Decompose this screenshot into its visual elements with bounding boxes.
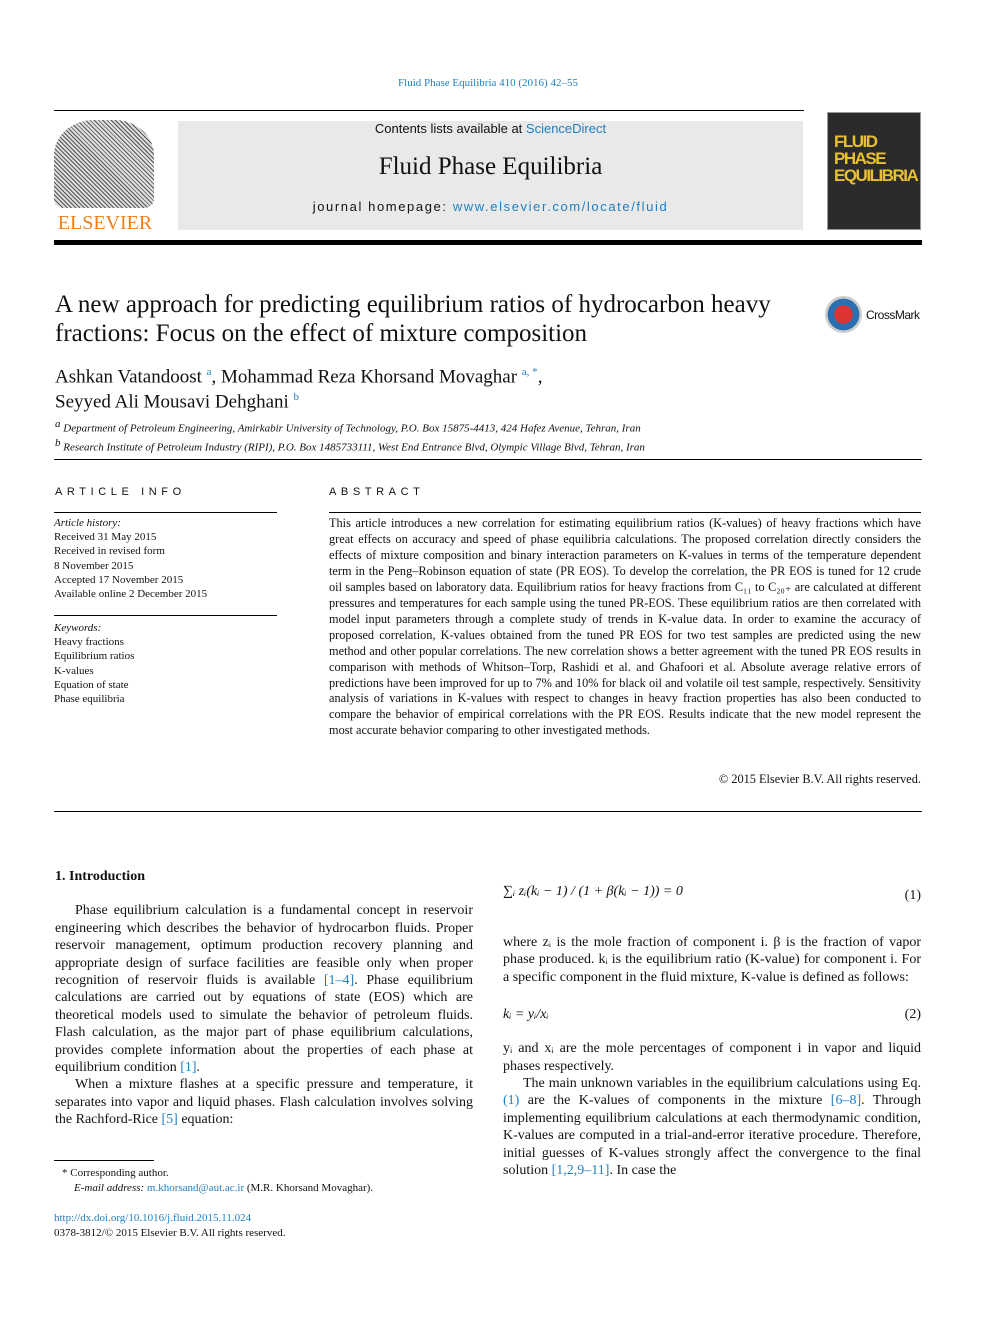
authors: Ashkan Vatandoost a, Mohammad Reza Khors… bbox=[55, 366, 543, 413]
footnote-divider bbox=[54, 1160, 154, 1161]
email-label: E-mail address: bbox=[74, 1182, 147, 1194]
citation-link[interactable]: [6–8] bbox=[831, 1093, 861, 1108]
affiliations: a Department of Petroleum Engineering, A… bbox=[55, 417, 645, 454]
abstract-text: This article introduces a new correlatio… bbox=[329, 516, 921, 738]
publisher-name: ELSEVIER bbox=[57, 212, 153, 234]
equation-number: (2) bbox=[904, 1007, 921, 1023]
citation-link[interactable]: [1,2,9–11] bbox=[552, 1163, 610, 1178]
email-link[interactable]: m.khorsand@aut.ac.ir bbox=[147, 1182, 244, 1194]
journal-reference[interactable]: Fluid Phase Equilibria 410 (2016) 42–55 bbox=[0, 77, 976, 89]
equation: kᵢ = yᵢ/xᵢ bbox=[503, 1007, 549, 1023]
citation-link[interactable]: [1] bbox=[180, 1060, 196, 1075]
divider bbox=[54, 240, 922, 245]
crossmark-button[interactable]: CrossMark bbox=[825, 296, 920, 333]
paragraph: Phase equilibrium calculation is a funda… bbox=[55, 903, 473, 1076]
doi-link[interactable]: http://dx.doi.org/10.1016/j.fluid.2015.1… bbox=[54, 1212, 251, 1224]
history-item: Received in revised form bbox=[54, 545, 165, 558]
equation-link[interactable]: (1) bbox=[503, 1093, 519, 1108]
journal-header: Contents lists available at ScienceDirec… bbox=[178, 121, 803, 230]
equation: ∑ᵢ zᵢ(kᵢ − 1) / (1 + β(kᵢ − 1)) = 0 bbox=[503, 884, 683, 899]
affiliation: a Department of Petroleum Engineering, A… bbox=[55, 418, 641, 435]
history-item: Accepted 17 November 2015 bbox=[54, 573, 184, 586]
doi-block: http://dx.doi.org/10.1016/j.fluid.2015.1… bbox=[54, 1211, 286, 1241]
author: , Mohammad Reza Khorsand Movaghar bbox=[211, 366, 518, 388]
equation-2: kᵢ = yᵢ/xᵢ (2) bbox=[503, 1006, 921, 1026]
keyword: Equation of state bbox=[54, 678, 129, 691]
keyword: Equilibrium ratios bbox=[54, 650, 135, 663]
crossmark-icon bbox=[825, 296, 862, 333]
abstract-heading: ABSTRACT bbox=[329, 486, 425, 498]
paragraph: When a mixture flashes at a specific pre… bbox=[55, 1077, 473, 1128]
author: Ashkan Vatandoost bbox=[55, 366, 202, 388]
contents-label: Contents lists available at bbox=[374, 121, 526, 136]
equation-number: (1) bbox=[904, 888, 921, 903]
copyright: © 2015 Elsevier B.V. All rights reserved… bbox=[718, 772, 921, 786]
divider bbox=[54, 811, 922, 812]
keywords: Keywords: Heavy fractions Equilibrium ra… bbox=[54, 621, 277, 706]
affiliation-mark[interactable]: a, * bbox=[522, 366, 538, 378]
article-info-heading: ARTICLE INFO bbox=[55, 486, 186, 498]
paragraph: yᵢ and xᵢ are the mole percentages of co… bbox=[503, 1041, 921, 1074]
keywords-label: Keywords: bbox=[54, 622, 102, 634]
citation-link[interactable]: [1–4] bbox=[324, 973, 354, 988]
article-history: Article history: Received 31 May 2015 Re… bbox=[54, 516, 277, 601]
keyword: Phase equilibria bbox=[54, 693, 125, 706]
history-label: Article history: bbox=[54, 517, 121, 529]
divider bbox=[54, 615, 277, 616]
right-column: ∑ᵢ zᵢ(kᵢ − 1) / (1 + β(kᵢ − 1)) = 0 (1) w… bbox=[503, 877, 921, 1179]
journal-ref-link[interactable]: Fluid Phase Equilibria 410 (2016) 42–55 bbox=[398, 77, 578, 89]
divider bbox=[54, 459, 922, 460]
tree-logo-icon bbox=[54, 120, 154, 208]
crossmark-label: CrossMark bbox=[866, 307, 920, 322]
left-column: 1. Introduction Phase equilibrium calcul… bbox=[55, 868, 473, 1129]
history-item: 8 November 2015 bbox=[54, 559, 134, 572]
footnote: * Corresponding author. E-mail address: … bbox=[62, 1167, 374, 1194]
elsevier-logo: ELSEVIER bbox=[54, 120, 156, 234]
history-item: Received 31 May 2015 bbox=[54, 531, 157, 544]
history-item: Available online 2 December 2015 bbox=[54, 588, 208, 601]
paragraph: where zᵢ is the mole fraction of compone… bbox=[503, 935, 921, 985]
affiliation-mark[interactable]: b bbox=[294, 391, 300, 403]
divider bbox=[54, 110, 804, 111]
author: Seyyed Ali Mousavi Dehghani bbox=[55, 391, 289, 413]
article-title: A new approach for predicting equilibriu… bbox=[55, 291, 771, 347]
issn: 0378-3812/© 2015 Elsevier B.V. All right… bbox=[54, 1227, 286, 1239]
homepage-link[interactable]: www.elsevier.com/locate/fluid bbox=[453, 199, 668, 214]
affiliation: b Research Institute of Petroleum Indust… bbox=[55, 436, 645, 454]
citation-link[interactable]: [5] bbox=[162, 1112, 178, 1127]
divider bbox=[54, 512, 277, 513]
journal-cover: FLUID PHASE EQUILIBRIA bbox=[827, 112, 921, 230]
keyword: K-values bbox=[54, 664, 94, 677]
corresponding-author: * Corresponding author. bbox=[62, 1167, 169, 1179]
paragraph: The main unknown variables in the equili… bbox=[503, 1076, 921, 1179]
section-heading: 1. Introduction bbox=[55, 869, 145, 884]
divider bbox=[329, 512, 921, 513]
equation-1: ∑ᵢ zᵢ(kᵢ − 1) / (1 + β(kᵢ − 1)) = 0 (1) bbox=[503, 877, 921, 917]
journal-title: Fluid Phase Equilibria bbox=[378, 153, 603, 180]
homepage-label: journal homepage: bbox=[312, 199, 453, 214]
keyword: Heavy fractions bbox=[54, 636, 124, 649]
sciencedirect-link[interactable]: ScienceDirect bbox=[526, 121, 606, 136]
